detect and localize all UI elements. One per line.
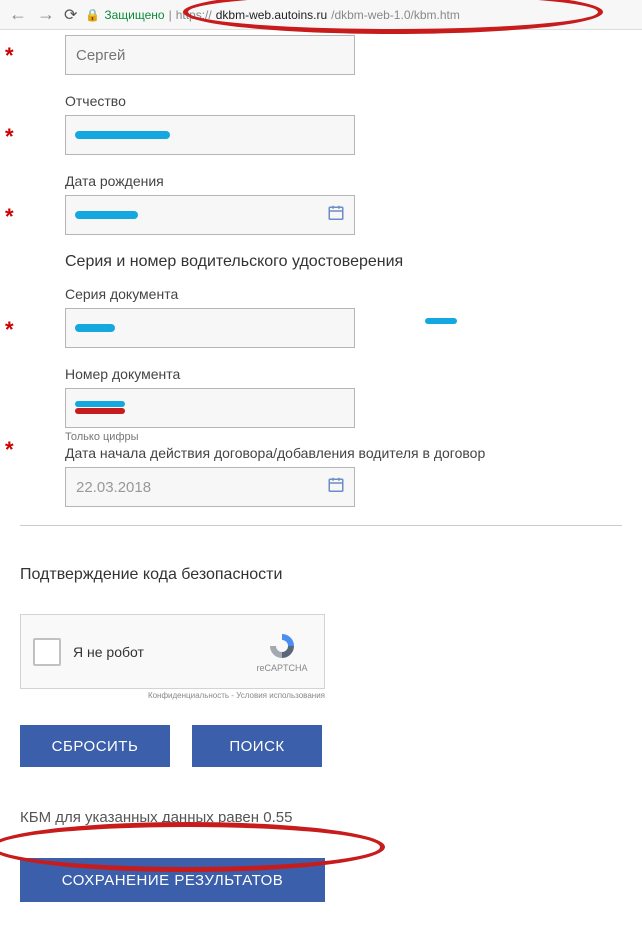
browser-chrome: ← → ⟳ 🔒 Защищено | https://dkbm-web.auto…	[0, 0, 642, 30]
redaction-mark	[75, 324, 115, 332]
redaction-mark	[75, 408, 125, 414]
recaptcha-label: Я не робот	[73, 644, 240, 660]
section-divider	[20, 525, 622, 526]
back-icon[interactable]: ←	[8, 4, 28, 25]
license-section-title: Серия и номер водительского удостоверени…	[65, 253, 622, 271]
doc-number-label: Номер документа	[65, 366, 622, 382]
page-content: * Отчество * Дата рождения *	[0, 30, 642, 902]
url-host: dkbm-web.autoins.ru	[216, 8, 327, 22]
secure-label: Защищено	[104, 8, 164, 22]
digits-only-hint: Только цифры	[65, 431, 622, 443]
required-star: *	[5, 437, 14, 463]
reload-icon[interactable]: ⟳	[64, 5, 77, 25]
reset-button[interactable]: СБРОСИТЬ	[20, 725, 170, 767]
recaptcha-checkbox[interactable]	[33, 638, 61, 666]
dob-label: Дата рождения	[65, 173, 622, 189]
required-star: *	[5, 317, 14, 343]
patronymic-label: Отчество	[65, 93, 622, 109]
redaction-mark	[425, 318, 457, 324]
required-star: *	[5, 43, 14, 69]
required-star: *	[5, 204, 14, 230]
required-star: *	[5, 124, 14, 150]
doc-series-label: Серия документа	[65, 286, 622, 302]
save-results-button[interactable]: СОХРАНЕНИЕ РЕЗУЛЬТАТОВ	[20, 858, 325, 902]
lock-icon: 🔒	[85, 8, 100, 22]
redaction-mark	[75, 131, 170, 139]
recaptcha-terms: Конфиденциальность - Условия использован…	[20, 691, 325, 700]
first-name-input[interactable]	[65, 35, 355, 75]
forward-icon[interactable]: →	[36, 4, 56, 25]
url-bar[interactable]: 🔒 Защищено | https://dkbm-web.autoins.ru…	[85, 8, 634, 22]
url-scheme: https://	[176, 8, 212, 22]
redaction-mark	[75, 401, 125, 407]
result-text: КБМ для указанных данных равен 0.55	[20, 809, 622, 826]
redaction-mark	[75, 211, 138, 219]
contract-date-input[interactable]	[65, 467, 355, 507]
recaptcha-widget: Я не робот reCAPTCHA	[20, 614, 325, 689]
recaptcha-logo: reCAPTCHA	[252, 631, 312, 673]
contract-date-label: Дата начала действия договора/добавления…	[65, 445, 622, 461]
url-path: /dkbm-web-1.0/kbm.htm	[331, 8, 460, 22]
search-button[interactable]: ПОИСК	[192, 725, 322, 767]
captcha-section-title: Подтверждение кода безопасности	[20, 566, 622, 584]
button-row: СБРОСИТЬ ПОИСК	[20, 725, 622, 767]
